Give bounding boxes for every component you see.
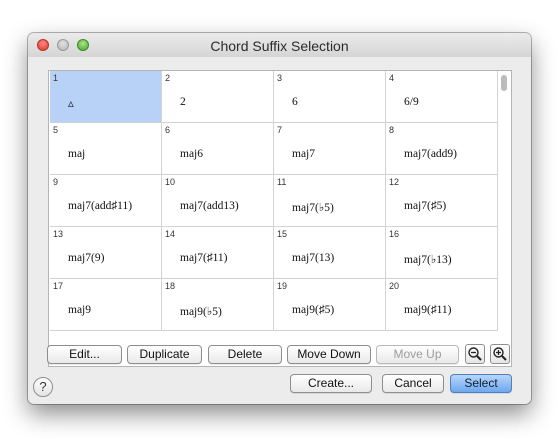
suffix-cell-label: 6 xyxy=(292,96,298,108)
suffix-cell[interactable]: 18 maj9(♭5) xyxy=(162,279,274,331)
suffix-cell-label: maj6 xyxy=(180,148,203,160)
suffix-cell-label: maj7(9) xyxy=(68,252,105,264)
cancel-button[interactable]: Cancel xyxy=(382,374,444,393)
suffix-cell-number: 14 xyxy=(165,229,176,239)
suffix-cell[interactable]: 13 maj7(9) xyxy=(50,227,162,279)
suffix-cell[interactable]: 4 6/9 xyxy=(386,71,498,123)
suffix-cell-label: maj9 xyxy=(68,304,91,316)
suffix-grid-view: 1 ▵ 2 2 3 6 4 6/9 5 maj 6 maj6 7 maj7 8 maj7(add9) 9 maj7… xyxy=(48,70,512,367)
suffix-cell-label: maj7(13) xyxy=(292,252,335,264)
suffix-cell-label: 6/9 xyxy=(404,96,419,108)
suffix-cell[interactable]: 12 maj7(♯5) xyxy=(386,175,498,227)
move-down-button[interactable]: Move Down xyxy=(287,345,371,364)
vertical-scrollbar[interactable] xyxy=(501,75,507,91)
suffix-cell-number: 15 xyxy=(277,229,288,239)
create-button[interactable]: Create... xyxy=(290,374,372,393)
suffix-cell-number: 2 xyxy=(165,73,171,83)
suffix-cell-label: maj7 xyxy=(292,148,315,160)
duplicate-button[interactable]: Duplicate xyxy=(127,345,202,364)
suffix-cell[interactable]: 15 maj7(13) xyxy=(274,227,386,279)
suffix-cell[interactable]: 14 maj7(♯11) xyxy=(162,227,274,279)
suffix-cell[interactable]: 10 maj7(add13) xyxy=(162,175,274,227)
suffix-cell[interactable]: 7 maj7 xyxy=(274,123,386,175)
suffix-cell-number: 12 xyxy=(389,177,400,187)
suffix-cell-label: maj7(♭5) xyxy=(292,202,334,214)
suffix-cell-label: 2 xyxy=(180,96,186,108)
suffix-cell-number: 9 xyxy=(53,177,59,187)
suffix-grid: 1 ▵ 2 2 3 6 4 6/9 5 maj 6 maj6 7 maj7 8 maj7(add9) 9 maj7… xyxy=(50,71,498,331)
suffix-cell-number: 13 xyxy=(53,229,64,239)
suffix-cell[interactable]: 16 maj7(♭13) xyxy=(386,227,498,279)
suffix-cell-number: 18 xyxy=(165,281,176,291)
suffix-cell[interactable]: 11 maj7(♭5) xyxy=(274,175,386,227)
suffix-cell-label: maj7(♯5) xyxy=(404,200,447,212)
zoom-in-button[interactable] xyxy=(490,344,510,364)
suffix-cell[interactable]: 36 xyxy=(274,71,386,123)
select-button[interactable]: Select xyxy=(450,374,512,393)
zoom-out-icon xyxy=(468,347,482,361)
suffix-cell-label: maj9(♯5) xyxy=(292,304,335,316)
suffix-cell-label: maj7(♭13) xyxy=(404,254,452,266)
suffix-cell[interactable]: 20 maj9(♯11) xyxy=(386,279,498,331)
suffix-cell-label: maj7(add13) xyxy=(180,200,239,212)
suffix-cell[interactable]: 1 ▵ xyxy=(50,71,162,123)
zoom-in-icon xyxy=(493,347,507,361)
suffix-cell-number: 5 xyxy=(53,125,59,135)
suffix-cell[interactable]: 17 maj9 xyxy=(50,279,162,331)
zoom-out-button[interactable] xyxy=(465,344,485,364)
suffix-cell[interactable]: 5 maj xyxy=(50,123,162,175)
suffix-cell[interactable]: 8 maj7(add9) xyxy=(386,123,498,175)
suffix-cell-label: maj7(add9) xyxy=(404,148,458,160)
window-title: Chord Suffix Selection xyxy=(210,38,349,54)
suffix-cell-number: 8 xyxy=(389,125,395,135)
suffix-cell-label: maj7(add♯11) xyxy=(68,200,133,212)
suffix-cell-number: 17 xyxy=(53,281,64,291)
suffix-cell-label: maj xyxy=(68,148,86,160)
suffix-cell[interactable]: 19 maj9(♯5) xyxy=(274,279,386,331)
suffix-cell-number: 1 xyxy=(53,73,59,83)
delete-button[interactable]: Delete xyxy=(208,345,282,364)
edit-button[interactable]: Edit... xyxy=(47,345,122,364)
suffix-cell-number: 10 xyxy=(165,177,176,187)
suffix-cell-label: maj9(♯11) xyxy=(404,304,452,316)
help-button[interactable]: ? xyxy=(33,377,53,397)
suffix-cell-number: 16 xyxy=(389,229,400,239)
suffix-cell-number: 6 xyxy=(165,125,171,135)
title-bar[interactable]: Chord Suffix Selection xyxy=(28,33,531,57)
suffix-cell[interactable]: 9 maj7(add♯11) xyxy=(50,175,162,227)
suffix-cell[interactable]: 6 maj6 xyxy=(162,123,274,175)
dialog-window: Chord Suffix Selection 1 ▵ 2 2 3 6 4 6/9 5 maj 6 ma… xyxy=(28,33,531,404)
move-up-button: Move Up xyxy=(376,345,459,364)
suffix-cell-number: 3 xyxy=(277,73,283,83)
suffix-cell-number: 11 xyxy=(277,177,287,187)
suffix-cell-label: maj9(♭5) xyxy=(180,306,222,318)
suffix-cell-number: 19 xyxy=(277,281,288,291)
suffix-cell-label: maj7(♯11) xyxy=(180,252,228,264)
suffix-cell-number: 4 xyxy=(389,73,395,83)
suffix-cell-label: ▵ xyxy=(68,98,74,110)
suffix-cell[interactable]: 22 xyxy=(162,71,274,123)
suffix-cell-number: 7 xyxy=(277,125,283,135)
suffix-cell-number: 20 xyxy=(389,281,400,291)
